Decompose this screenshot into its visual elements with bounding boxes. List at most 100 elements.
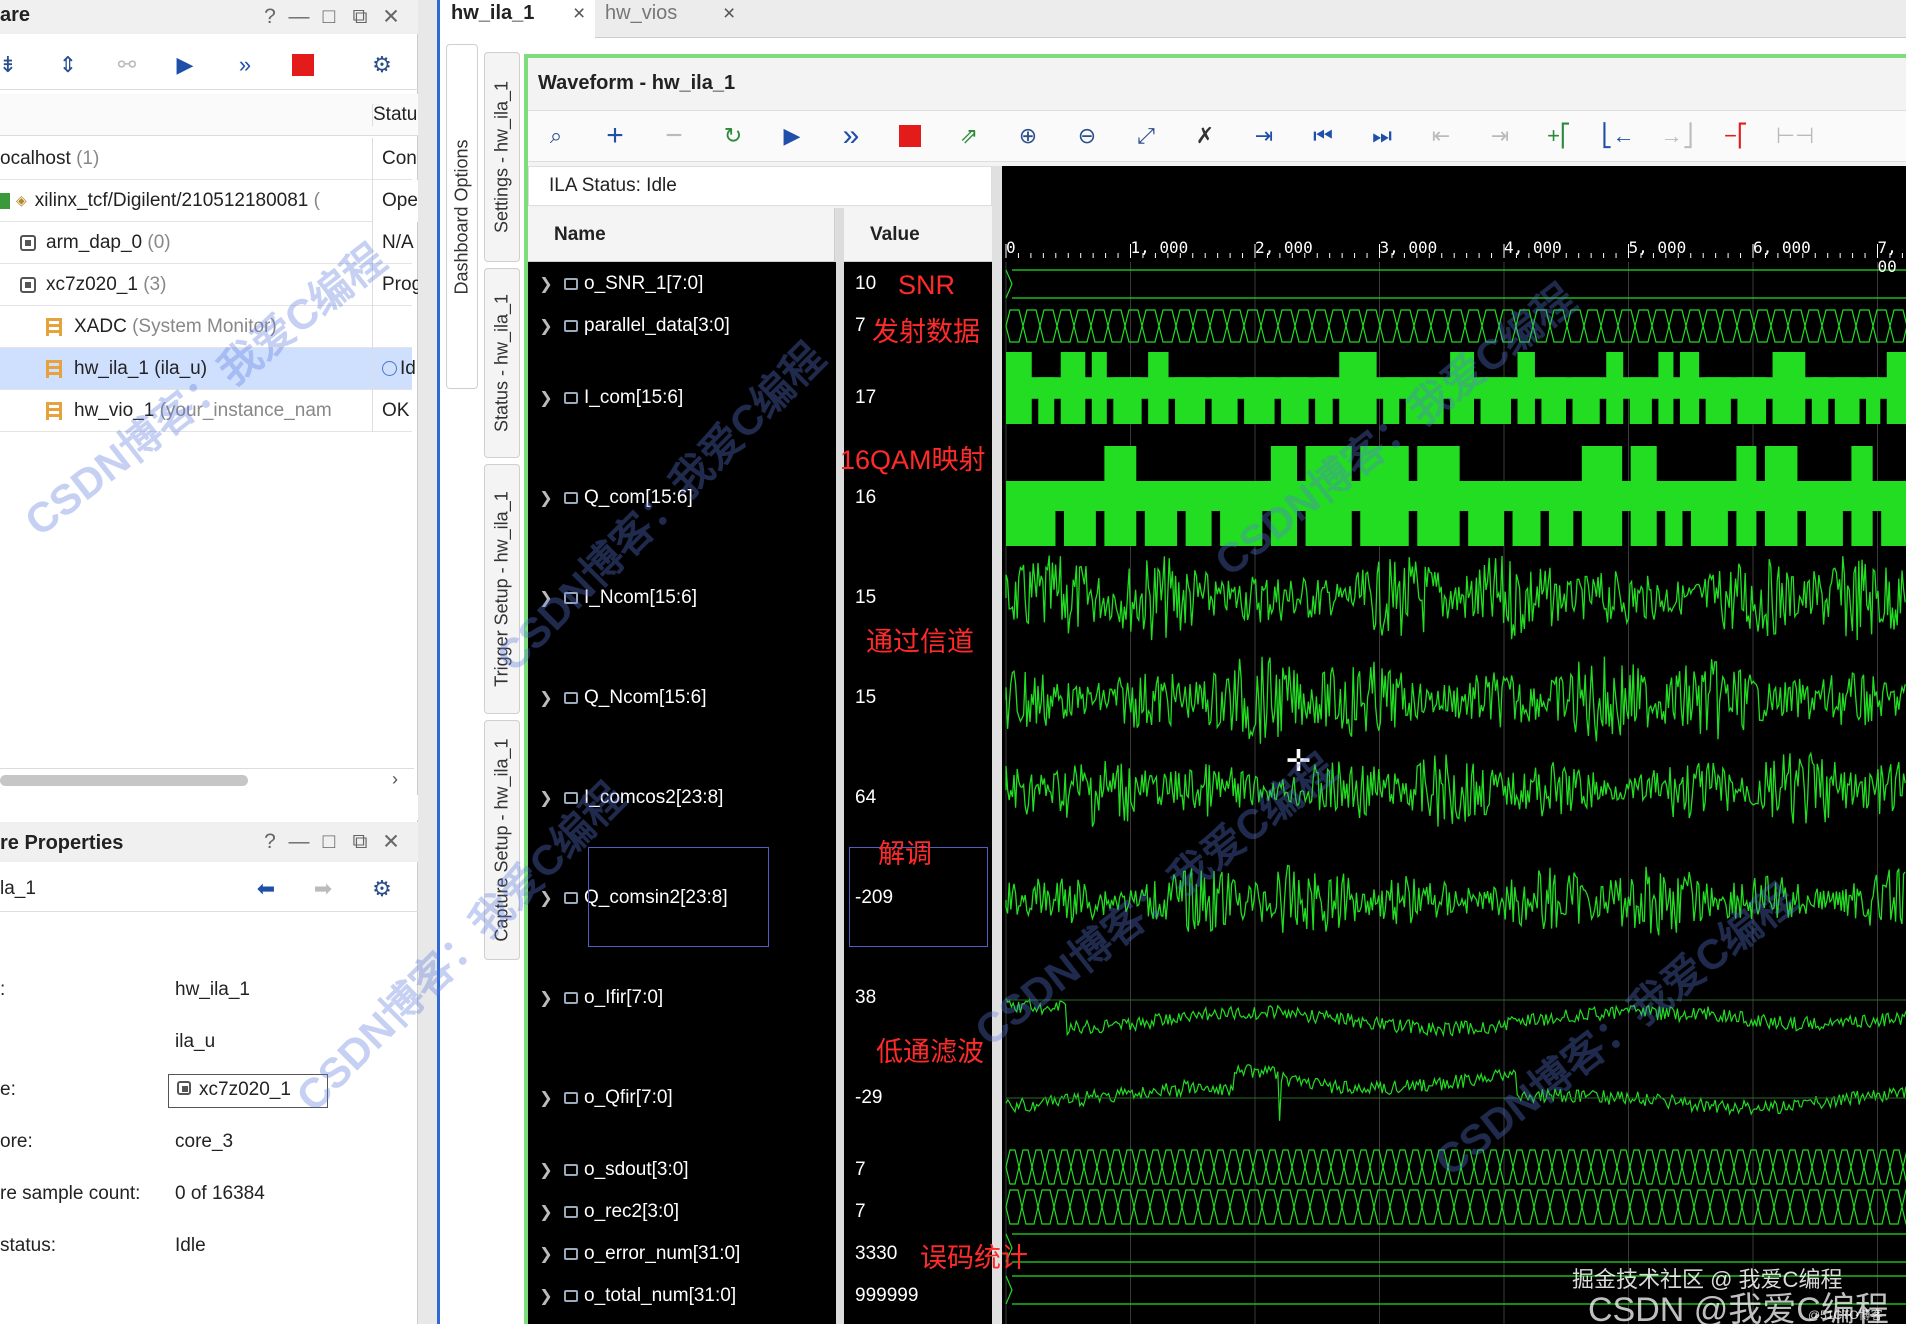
goto-cursor-icon[interactable]: ⇥ bbox=[1247, 119, 1281, 153]
help-icon[interactable]: ? bbox=[264, 5, 276, 29]
signal-row[interactable]: ❯ o_rec2[3:0] bbox=[534, 1192, 834, 1232]
run-immediate-icon[interactable]: » bbox=[834, 119, 868, 153]
side-tab-dashboard[interactable]: Dashboard Options bbox=[446, 44, 478, 389]
scrollbar-thumb[interactable] bbox=[0, 775, 248, 786]
expand-chevron-icon[interactable]: ❯ bbox=[534, 1160, 558, 1180]
signal-name: o_sdout[3:0] bbox=[584, 1159, 689, 1180]
run-trigger-icon[interactable]: ▶ bbox=[168, 48, 202, 82]
side-tab-capture-setup[interactable]: Capture Setup - hw_ila_1 bbox=[484, 720, 520, 960]
expand-chevron-icon[interactable]: ❯ bbox=[534, 988, 558, 1008]
next-transition-icon[interactable]: ⇥ bbox=[1483, 119, 1517, 153]
tree-row-hw-vio[interactable]: hw_vio_1 (your_instance_nam OK bbox=[0, 390, 412, 432]
signal-row[interactable]: ❯ parallel_data[3:0] bbox=[534, 306, 834, 346]
zoom-in-icon[interactable]: ⊕ bbox=[1011, 119, 1045, 153]
expand-chevron-icon[interactable]: ❯ bbox=[534, 488, 558, 508]
signal-row[interactable]: ❯ Q_com[15:6] bbox=[534, 478, 834, 518]
tab-close-icon[interactable]: × bbox=[573, 2, 585, 26]
expand-chevron-icon[interactable]: ❯ bbox=[534, 1286, 558, 1306]
collapse-all-icon[interactable]: ⇟ bbox=[0, 48, 25, 82]
prev-transition-icon[interactable]: ⇤ bbox=[1424, 119, 1458, 153]
expand-chevron-icon[interactable]: ❯ bbox=[534, 388, 558, 408]
side-tab-trigger-setup[interactable]: Trigger Setup - hw_ila_1 bbox=[484, 464, 520, 714]
close-icon[interactable]: ✕ bbox=[382, 5, 400, 30]
help-icon[interactable]: ? bbox=[264, 830, 276, 854]
tree-row-localhost[interactable]: ocalhost (1) Con bbox=[0, 138, 417, 180]
stop-icon[interactable] bbox=[286, 48, 320, 82]
prev-marker-icon[interactable]: ⎣← bbox=[1601, 119, 1635, 153]
measure-icon[interactable]: ⊢⊣ bbox=[1776, 119, 1814, 153]
auto-connect-icon[interactable]: ⚯ bbox=[110, 48, 144, 82]
horizontal-scrollbar[interactable]: › bbox=[0, 768, 414, 790]
expand-chevron-icon[interactable]: ❯ bbox=[534, 316, 558, 336]
signal-row[interactable]: ❯ o_Ifir[7:0] bbox=[534, 978, 834, 1018]
tree-item-status: Ope bbox=[372, 180, 418, 222]
signal-value: 16 bbox=[855, 487, 877, 508]
side-tab-status[interactable]: Status - hw_ila_1 bbox=[484, 268, 520, 458]
expand-chevron-icon[interactable]: ❯ bbox=[534, 1244, 558, 1264]
cursor-snap-icon[interactable]: ✗ bbox=[1188, 119, 1222, 153]
signal-row[interactable]: ❯ I_Ncom[15:6] bbox=[534, 578, 834, 618]
close-icon[interactable]: ✕ bbox=[382, 830, 400, 855]
expand-chevron-icon[interactable]: ❯ bbox=[534, 888, 558, 908]
delete-marker-icon[interactable]: −⎡ bbox=[1719, 119, 1753, 153]
signal-row[interactable]: ❯ o_SNR_1[7:0] bbox=[534, 264, 834, 304]
tree-item-count: (System Monitor) bbox=[132, 315, 277, 337]
side-tab-label: Capture Setup - hw_ila_1 bbox=[491, 738, 512, 942]
maximize-icon[interactable]: □ bbox=[323, 5, 336, 29]
minimize-icon[interactable]: — bbox=[289, 5, 310, 29]
zoom-fit-icon[interactable]: ⤢ bbox=[1129, 119, 1163, 153]
property-row: status: Idle bbox=[0, 1226, 418, 1266]
restore-icon[interactable]: ⧉ bbox=[353, 830, 368, 854]
stop-icon[interactable] bbox=[893, 119, 927, 153]
minimize-icon[interactable]: — bbox=[289, 830, 310, 854]
tree-row-xadc[interactable]: XADC (System Monitor) bbox=[0, 306, 412, 348]
signal-row[interactable]: ❯ o_Qfir[7:0] bbox=[534, 1078, 834, 1118]
run-immediate-icon[interactable]: » bbox=[228, 48, 262, 82]
name-value-divider[interactable] bbox=[836, 208, 844, 1324]
add-marker-icon[interactable]: +⎡ bbox=[1542, 119, 1576, 153]
tree-item-label: XADC bbox=[74, 315, 127, 337]
refresh-icon[interactable]: ↻ bbox=[716, 119, 750, 153]
expand-chevron-icon[interactable]: ❯ bbox=[534, 1202, 558, 1222]
goto-start-icon[interactable]: ⏮ bbox=[1306, 119, 1340, 153]
signal-row[interactable]: ❯ I_com[15:6] bbox=[534, 378, 834, 418]
expand-chevron-icon[interactable]: ❯ bbox=[534, 274, 558, 294]
restore-icon[interactable]: ⧉ bbox=[353, 5, 368, 29]
goto-end-icon[interactable]: ⏭ bbox=[1365, 119, 1399, 153]
signal-row[interactable]: ❯ o_error_num[31:0] bbox=[534, 1234, 834, 1274]
next-marker-icon[interactable]: →⎦ bbox=[1660, 119, 1694, 153]
export-icon[interactable]: ⇗ bbox=[952, 119, 986, 153]
remove-icon[interactable]: − bbox=[657, 119, 691, 153]
expand-chevron-icon[interactable]: ❯ bbox=[534, 788, 558, 808]
side-tab-settings[interactable]: Settings - hw_ila_1 bbox=[484, 52, 520, 262]
add-icon[interactable]: + bbox=[598, 119, 632, 153]
expand-chevron-icon[interactable]: ❯ bbox=[534, 688, 558, 708]
splitter[interactable] bbox=[418, 0, 440, 1324]
zoom-out-icon[interactable]: ⊖ bbox=[1070, 119, 1104, 153]
run-trigger-icon[interactable]: ▶ bbox=[775, 119, 809, 153]
maximize-icon[interactable]: □ bbox=[323, 830, 336, 854]
expand-chevron-icon[interactable]: ❯ bbox=[534, 1088, 558, 1108]
tab-close-icon[interactable]: × bbox=[723, 2, 735, 26]
signal-row[interactable]: ❯ o_sdout[3:0] bbox=[534, 1150, 834, 1190]
tree-row-arm-dap[interactable]: arm_dap_0 (0) N/A bbox=[0, 222, 414, 264]
tree-row-target[interactable]: ◈ xilinx_tcf/Digilent/210512180081 ( Ope bbox=[0, 180, 418, 222]
gear-icon[interactable]: ⚙ bbox=[365, 872, 399, 906]
waveform-canvas[interactable] bbox=[1002, 166, 1906, 1324]
tree-row-hw-ila[interactable]: hw_ila_1 (ila_u) Id bbox=[0, 348, 416, 390]
list-wave-divider[interactable] bbox=[992, 166, 1002, 1324]
expand-all-icon[interactable]: ⇕ bbox=[51, 48, 85, 82]
device-link-box[interactable]: xc7z020_1 bbox=[168, 1074, 328, 1108]
scroll-right-icon[interactable]: › bbox=[392, 769, 398, 790]
forward-arrow-icon[interactable]: ➡ bbox=[306, 872, 340, 906]
signal-row[interactable]: ❯ o_total_num[31:0] bbox=[534, 1276, 834, 1316]
tab-hw-ila-1[interactable]: hw_ila_1 × bbox=[443, 0, 595, 38]
gear-icon[interactable]: ⚙ bbox=[365, 48, 399, 82]
expand-chevron-icon[interactable]: ❯ bbox=[534, 588, 558, 608]
back-arrow-icon[interactable]: ⬅ bbox=[249, 872, 283, 906]
tab-hw-vios[interactable]: hw_vios × bbox=[595, 0, 745, 38]
signal-row[interactable]: ❯ I_comcos2[23:8] bbox=[534, 778, 834, 818]
signal-row[interactable]: ❯ Q_Ncom[15:6] bbox=[534, 678, 834, 718]
search-icon[interactable]: ⌕ bbox=[539, 119, 573, 153]
tree-row-xc7z020[interactable]: xc7z020_1 (3) Prog bbox=[0, 264, 422, 306]
